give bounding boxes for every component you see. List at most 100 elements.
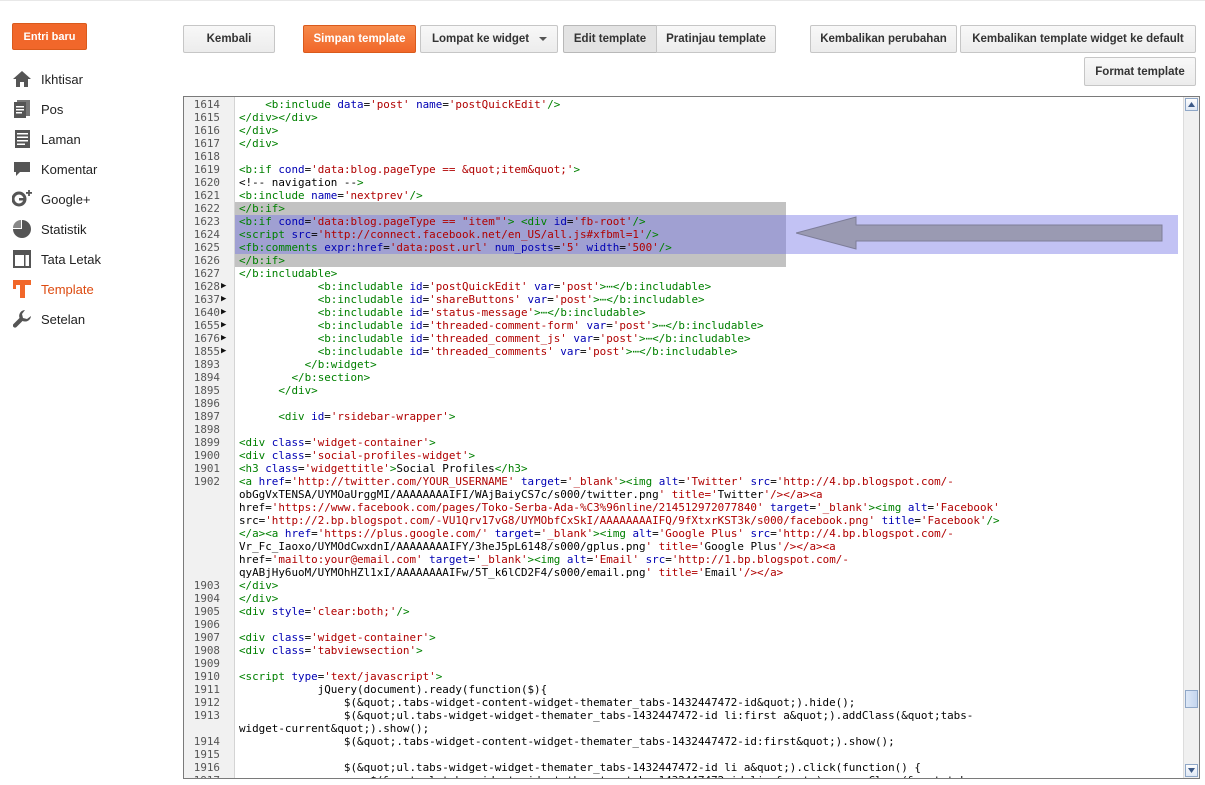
line-number: 1910 [193,670,220,683]
revert-widget-template-button[interactable]: Kembalikan template widget ke default [960,25,1196,53]
fold-expand-icon[interactable]: ▶ [221,332,231,345]
code-line[interactable]: obGgVxTENSA/UYMOaUrggMI/AAAAAAAAIFI/WAjB… [239,488,823,501]
code-line[interactable]: <b:includable id='threaded_comment_js' v… [239,332,751,345]
code-line[interactable]: <b:includable id='status-message'>⋯</b:i… [239,306,646,319]
edit-template-button[interactable]: Edit template [563,25,657,53]
template-code-editor[interactable]: 1614 <b:include data='post' name='postQu… [183,96,1200,779]
line-number: 1909 [193,657,220,670]
new-post-button[interactable]: Entri baru [12,23,87,50]
code-line[interactable]: Vr_Fc_Iaoxo/UYMOdCwxdnI/AAAAAAAAIFY/3heJ… [239,540,836,553]
code-line[interactable]: </div> [239,579,278,592]
code-line[interactable]: href='mailto:your@email.com' target='_bl… [239,553,849,566]
code-line[interactable]: </b:if> [239,202,285,215]
fold-expand-icon[interactable]: ▶ [221,293,231,306]
sidebar-item-ikhtisar[interactable]: Ikhtisar [12,64,172,94]
code-line[interactable]: </b:widget> [239,358,377,371]
sidebar-item-komentar[interactable]: Komentar [12,154,172,184]
code-line[interactable]: <script type='text/javascript'> [239,670,442,683]
code-line[interactable]: href='https://www.facebook.com/pages/Tok… [239,501,1000,514]
jump-to-widget-dropdown[interactable]: Lompat ke widget [420,25,558,53]
template-icon [12,279,32,299]
code-line[interactable]: </div> [239,592,278,605]
fold-expand-icon[interactable]: ▶ [221,319,231,332]
vertical-scrollbar[interactable] [1183,97,1199,778]
sidebar-item-tata-letak[interactable]: Tata Letak [12,244,172,274]
chevron-down-icon [1188,768,1195,773]
scroll-down-button[interactable] [1185,764,1198,777]
code-line[interactable]: $(&quot;ul.tabs-widget-widget-themater_t… [239,774,980,778]
code-line[interactable]: <b:include name='nextprev'/> [239,189,423,202]
code-line[interactable]: $(&quot;ul.tabs-widget-widget-themater_t… [239,709,973,722]
save-template-button[interactable]: Simpan template [303,25,416,53]
line-number: 1894 [193,371,220,384]
line-number [184,540,220,553]
preview-template-button[interactable]: Pratinjau template [656,25,776,53]
scrollbar-thumb[interactable] [1185,690,1198,708]
code-line[interactable]: <b:includable id='threaded-comment-form'… [239,319,764,332]
fold-expand-icon[interactable]: ▶ [221,280,231,293]
code-line[interactable]: widget-current&quot;).show(); [239,722,429,735]
comments-icon [12,159,32,179]
line-number: 1917 [184,774,220,778]
layout-icon [12,249,32,269]
sidebar-item-setelan[interactable]: Setelan [12,304,172,334]
code-line[interactable]: qyABjHy6uoM/UYMOhHZl1xI/AAAAAAAAIFw/5T_k… [239,566,783,579]
fold-expand-icon[interactable]: ▶ [221,345,231,358]
line-number [184,488,220,501]
fold-expand-icon[interactable]: ▶ [221,306,231,319]
line-number: 1622 [193,202,220,215]
code-line[interactable]: </div> [239,384,317,397]
line-number: 1623 [193,215,220,228]
sidebar-item-label: Pos [41,101,64,117]
code-line[interactable]: </div> [239,137,278,150]
code-line[interactable]: <b:includable id='threaded_comments' var… [239,345,738,358]
code-line[interactable]: </div> [239,124,278,137]
code-line[interactable]: <b:includable id='postQuickEdit' var='po… [239,280,711,293]
sidebar-item-google[interactable]: Google+ [12,184,172,214]
code-line[interactable]: <h3 class='widgettitle'>Social Profiles<… [239,462,528,475]
line-number: 1914 [193,735,220,748]
code-line[interactable]: src='http://2.bp.blogspot.com/-VU1Qrv17v… [239,514,1000,527]
sidebar-item-label: Komentar [41,161,98,177]
code-line[interactable]: <b:include data='post' name='postQuickEd… [239,98,560,111]
jump-to-widget-label: Lompat ke widget [432,33,530,45]
code-line[interactable]: <a href='http://twitter.com/YOUR_USERNAM… [239,475,954,488]
line-number: 1913 [193,709,220,722]
code-line[interactable]: <div class='social-profiles-widget'> [239,449,475,462]
code-line[interactable]: <div id='rsidebar-wrapper'> [239,410,455,423]
code-line[interactable]: $(&quot;ul.tabs-widget-widget-themater_t… [239,761,921,774]
code-line[interactable]: </a><a href='https://plus.google.com/' t… [239,527,954,540]
home-icon [12,69,32,89]
sidebar-item-pos[interactable]: Pos [12,94,172,124]
line-number [184,514,220,527]
code-line[interactable]: </b:if> [239,254,285,267]
back-button[interactable]: Kembali [183,25,275,53]
wrench-icon [12,309,32,329]
line-number: 1900 [193,449,220,462]
sidebar-item-template[interactable]: Template [12,274,172,304]
code-line[interactable]: <!-- navigation --> [239,176,364,189]
line-number: 1901 [193,462,220,475]
code-line[interactable]: </b:includable> [239,267,337,280]
sidebar-item-laman[interactable]: Laman [12,124,172,154]
code-line[interactable]: jQuery(document).ready(function($){ [239,683,548,696]
code-line[interactable]: <b:if cond='data:blog.pageType == &quot;… [239,163,580,176]
revert-changes-button[interactable]: Kembalikan perubahan [810,25,957,53]
code-line[interactable]: <div style='clear:both;'/> [239,605,410,618]
code-line[interactable]: <script src='http://connect.facebook.net… [239,228,659,241]
code-line[interactable]: <div class='widget-container'> [239,436,436,449]
code-line[interactable]: <b:includable id='shareButtons' var='pos… [239,293,705,306]
code-line[interactable]: </b:section> [239,371,370,384]
code-line[interactable]: <div class='tabviewsection'> [239,644,423,657]
code-line[interactable]: <fb:comments expr:href='data:post.url' n… [239,241,672,254]
sidebar-item-label: Statistik [41,221,87,237]
sidebar-item-statistik[interactable]: Statistik [12,214,172,244]
code-line[interactable]: </div></div> [239,111,318,124]
code-line[interactable]: <div class='widget-container'> [239,631,436,644]
scroll-up-button[interactable] [1185,98,1198,111]
code-line[interactable]: $(&quot;.tabs-widget-content-widget-them… [239,735,895,748]
code-line[interactable]: $(&quot;.tabs-widget-content-widget-them… [239,696,855,709]
code-line[interactable]: <b:if cond='data:blog.pageType == "item"… [239,215,646,228]
format-template-button[interactable]: Format template [1084,57,1196,86]
line-number: 1897 [193,410,220,423]
